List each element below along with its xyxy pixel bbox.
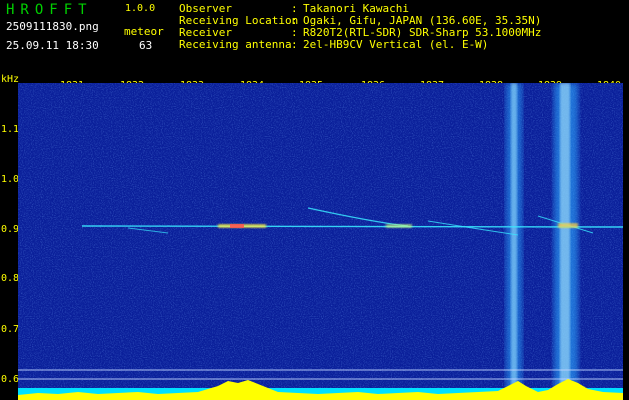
meteor-echo-hotspot: [558, 223, 578, 228]
noise-texture: [18, 83, 623, 400]
app-logo: HROFFT: [6, 2, 93, 18]
y-tick-label: 0.8: [1, 273, 20, 284]
y-axis-unit: kHz: [1, 74, 20, 85]
station-info: Observer: Takanori Kawachi Receiving Loc…: [179, 3, 541, 51]
file-datetime: 25.09.11 18:30: [6, 39, 99, 52]
spectrogram-graphic: [18, 83, 623, 400]
spectrogram-image: [18, 83, 623, 400]
meteor-label: meteor: [124, 25, 164, 38]
spectrogram-panel: kHz 1831 1832 1833 1834 1835 1836 1837 1…: [0, 73, 629, 400]
y-tick-label: 0.9: [1, 224, 20, 235]
file-name: 2509111830.png: [6, 20, 99, 33]
app-version: 1.0.0: [125, 3, 156, 14]
y-tick-label: 0.7: [1, 324, 20, 335]
y-tick-label: 1.1: [1, 124, 20, 135]
info-row: Receiving antenna: 2el-HB9CV Vertical (e…: [179, 38, 489, 51]
meteor-echo-hotspot: [230, 224, 244, 228]
y-tick-label: 0.6: [1, 374, 20, 385]
noise-band: [560, 83, 570, 400]
header-panel: HROFFT 1.0.0 2509111830.png meteor 25.09…: [0, 0, 629, 73]
meteor-echo-hotspot: [386, 224, 412, 228]
y-tick-label: 1.0: [1, 174, 20, 185]
noise-band: [511, 83, 517, 400]
meteor-count: 63: [139, 39, 153, 52]
